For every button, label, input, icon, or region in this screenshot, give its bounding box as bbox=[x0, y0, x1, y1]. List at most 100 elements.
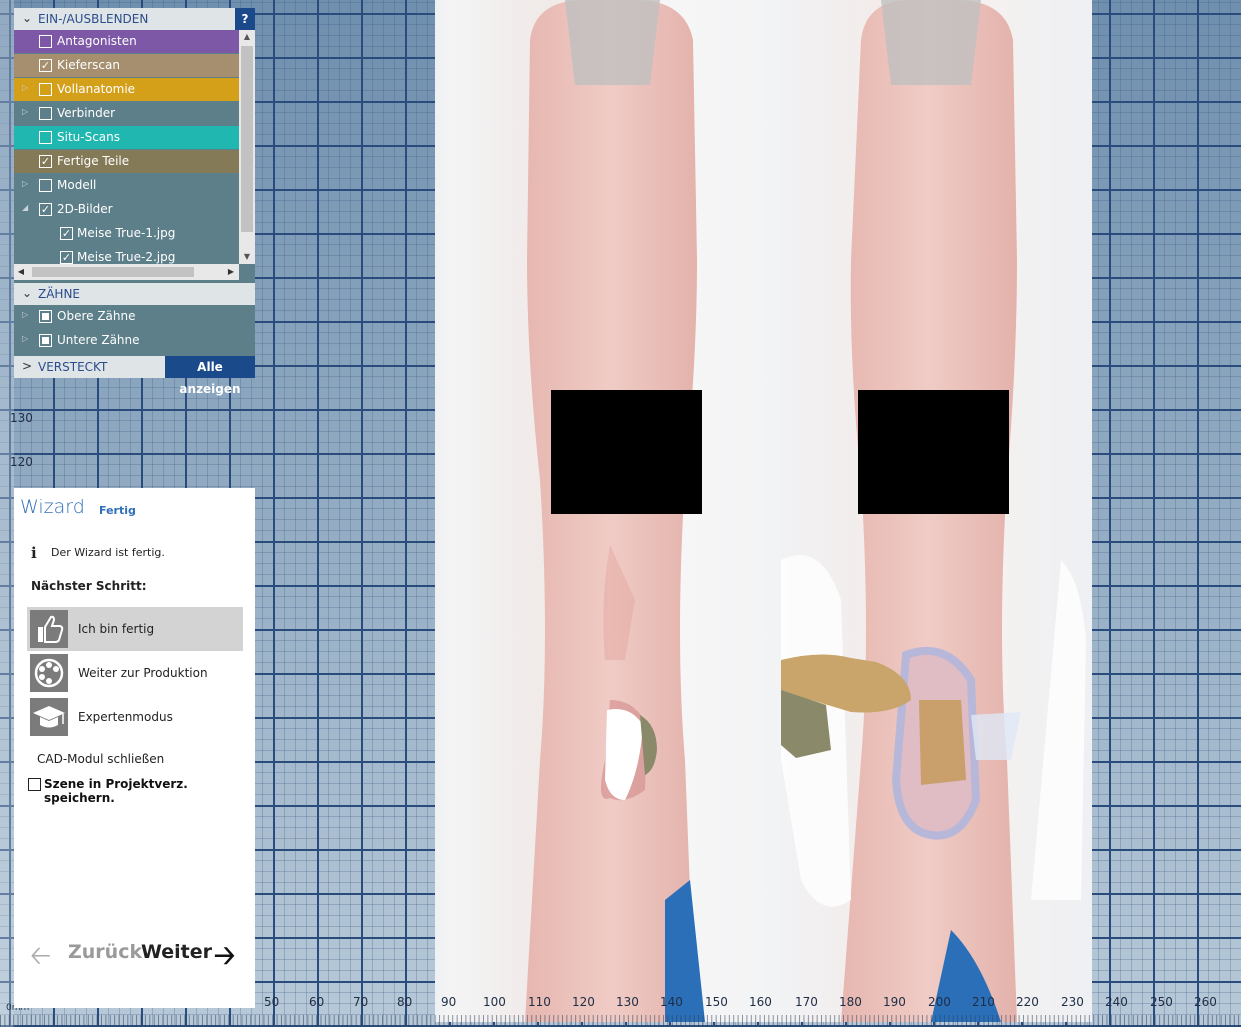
graduation-cap-icon bbox=[30, 698, 68, 736]
checkbox[interactable]: ✓ bbox=[39, 155, 52, 168]
checkbox[interactable]: ✓ bbox=[39, 203, 52, 216]
help-button[interactable]: ? bbox=[235, 8, 255, 30]
checkbox[interactable] bbox=[39, 310, 52, 323]
arrow-left-icon[interactable]: 🡠 bbox=[30, 937, 51, 981]
ruler-ticks bbox=[0, 1015, 1241, 1027]
chevron-down-icon: ⌄ bbox=[22, 11, 33, 25]
close-cad-link[interactable]: CAD-Modul schließen bbox=[37, 752, 164, 766]
ruler-label: 240 bbox=[1105, 995, 1128, 1009]
ruler-label: 210 bbox=[972, 995, 995, 1009]
visibility-item-image-2[interactable]: ✓ Meise True-2.jpg bbox=[14, 246, 239, 264]
ruler-label: 70 bbox=[353, 995, 369, 1009]
ruler-label: 160 bbox=[749, 995, 772, 1009]
teeth-item-upper[interactable]: ▷ Obere Zähne bbox=[14, 305, 255, 328]
visibility-item-fertige-teile[interactable]: ✓ Fertige Teile bbox=[14, 150, 239, 173]
option-production-button[interactable]: Weiter zur Produktion bbox=[27, 651, 243, 695]
thumbs-up-icon bbox=[30, 610, 68, 648]
visibility-item-label: Fertige Teile bbox=[57, 154, 130, 168]
teeth-item-label: Obere Zähne bbox=[57, 309, 136, 323]
checkbox[interactable] bbox=[39, 107, 52, 120]
scroll-thumb[interactable] bbox=[241, 46, 253, 232]
save-scene-checkbox[interactable] bbox=[28, 778, 41, 791]
next-button[interactable]: Weiter bbox=[141, 941, 212, 963]
face-photo-right bbox=[781, 0, 1092, 1022]
visibility-item-kieferscan[interactable]: ✓ Kieferscan bbox=[14, 54, 239, 77]
visibility-header[interactable]: ⌄ EIN-/AUSBLENDEN ? bbox=[14, 8, 255, 30]
back-button[interactable]: Zurück bbox=[68, 941, 142, 963]
scroll-left-icon[interactable]: ◀ bbox=[14, 264, 28, 280]
visibility-panel: ⌄ EIN-/AUSBLENDEN ? Antagonisten ✓ Kiefe… bbox=[14, 8, 255, 396]
checkbox[interactable] bbox=[39, 83, 52, 96]
face-photo-left bbox=[435, 0, 781, 1022]
scroll-right-icon[interactable]: ▶ bbox=[224, 264, 238, 280]
wizard-info-text: Der Wizard ist fertig. bbox=[51, 546, 165, 559]
arrow-right-icon[interactable]: 🡢 bbox=[214, 937, 235, 981]
hidden-title: VERSTECKT bbox=[38, 360, 108, 374]
ruler-label: 170 bbox=[795, 995, 818, 1009]
left-ruler: 130 120 bbox=[0, 0, 33, 1027]
teeth-header[interactable]: ⌄ ZÄHNE bbox=[14, 283, 255, 305]
ruler-label: 150 bbox=[705, 995, 728, 1009]
vertical-scrollbar[interactable]: ▲ ▼ bbox=[239, 30, 255, 264]
visibility-item-image-1[interactable]: ✓ Meise True-1.jpg bbox=[14, 222, 239, 245]
expand-arrow-icon[interactable]: ▷ bbox=[22, 83, 28, 92]
checkbox[interactable] bbox=[39, 131, 52, 144]
scroll-thumb[interactable] bbox=[32, 267, 194, 277]
ruler-label: 90 bbox=[441, 995, 457, 1009]
option-label: Weiter zur Produktion bbox=[78, 666, 208, 680]
show-all-button[interactable]: Alle anzeigen bbox=[165, 356, 255, 396]
ruler-label: 220 bbox=[1016, 995, 1039, 1009]
expand-arrow-icon[interactable]: ▷ bbox=[22, 107, 28, 116]
visibility-item-2d-bilder[interactable]: ◢ ✓ 2D-Bilder bbox=[14, 198, 239, 221]
checkbox[interactable] bbox=[39, 179, 52, 192]
visibility-item-label: 2D-Bilder bbox=[57, 202, 113, 216]
visibility-item-label: Antagonisten bbox=[57, 34, 137, 48]
checkbox[interactable]: ✓ bbox=[60, 251, 73, 264]
visibility-item-label: Modell bbox=[57, 178, 97, 192]
ruler-label: 110 bbox=[528, 995, 551, 1009]
visibility-item-label: Kieferscan bbox=[57, 58, 120, 72]
scroll-up-icon[interactable]: ▲ bbox=[239, 30, 255, 44]
expand-arrow-icon[interactable]: ▷ bbox=[22, 334, 28, 343]
option-label: Ich bin fertig bbox=[78, 622, 155, 636]
wizard-title: Wizard bbox=[20, 496, 85, 518]
ruler-label: 180 bbox=[839, 995, 862, 1009]
option-label: Expertenmodus bbox=[78, 710, 173, 724]
redaction-box bbox=[858, 390, 1009, 514]
save-scene-label[interactable]: Szene in Projektverz. speichern. bbox=[44, 777, 255, 805]
checkbox[interactable]: ✓ bbox=[39, 59, 52, 72]
ruler-label: 50 bbox=[264, 995, 280, 1009]
collapse-arrow-icon[interactable]: ◢ bbox=[22, 203, 28, 212]
teeth-item-lower[interactable]: ▷ Untere Zähne bbox=[14, 329, 255, 352]
checkbox[interactable] bbox=[39, 35, 52, 48]
expand-arrow-icon[interactable]: ▷ bbox=[22, 310, 28, 319]
ruler-label: 100 bbox=[483, 995, 506, 1009]
ruler-label: 260 bbox=[1194, 995, 1217, 1009]
visibility-item-modell[interactable]: ▷ Modell bbox=[14, 174, 239, 197]
visibility-item-label: Meise True-1.jpg bbox=[77, 226, 176, 240]
next-step-label: Nächster Schritt: bbox=[31, 579, 147, 593]
hidden-header[interactable]: > VERSTECKT Alle anzeigen bbox=[14, 356, 255, 396]
visibility-item-situ-scans[interactable]: Situ-Scans bbox=[14, 126, 239, 149]
horizontal-scrollbar[interactable]: ◀ ▶ bbox=[14, 264, 239, 280]
option-finished-button[interactable]: Ich bin fertig bbox=[27, 607, 243, 651]
chevron-down-icon: ⌄ bbox=[22, 286, 33, 300]
wizard-status: Fertig bbox=[99, 504, 136, 517]
visibility-item-antagonisten[interactable]: Antagonisten bbox=[14, 30, 239, 53]
scroll-down-icon[interactable]: ▼ bbox=[239, 250, 255, 264]
ruler-label: 130 bbox=[616, 995, 639, 1009]
teeth-title: ZÄHNE bbox=[38, 287, 81, 301]
wizard-panel: Wizard Fertig i Der Wizard ist fertig. N… bbox=[14, 488, 255, 1008]
ruler-label: 80 bbox=[397, 995, 413, 1009]
ruler-label: 200 bbox=[928, 995, 951, 1009]
option-expert-button[interactable]: Expertenmodus bbox=[27, 695, 243, 739]
visibility-title: EIN-/AUSBLENDEN bbox=[38, 12, 149, 26]
redaction-box bbox=[551, 390, 702, 514]
visibility-item-vollanatomie[interactable]: ▷ Vollanatomie bbox=[14, 78, 239, 101]
expand-arrow-icon[interactable]: ▷ bbox=[22, 179, 28, 188]
checkbox[interactable]: ✓ bbox=[60, 227, 73, 240]
visibility-item-verbinder[interactable]: ▷ Verbinder bbox=[14, 102, 239, 125]
checkbox[interactable] bbox=[39, 334, 52, 347]
production-icon bbox=[30, 654, 68, 692]
ruler-label: 60 bbox=[309, 995, 325, 1009]
